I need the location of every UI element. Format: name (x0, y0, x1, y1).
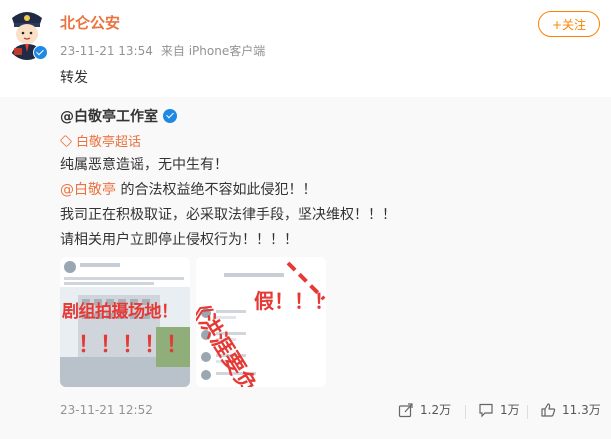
image1-exclaims: ！！！！！ (78, 333, 189, 358)
mention-link[interactable]: @白敬亭 (60, 182, 116, 198)
post-footer: 23-11-21 12:52 1.2万 1万 11.3万 (0, 395, 611, 427)
original-text-line-1: 纯属恶意造谣，无中生有！ (60, 157, 228, 173)
repost-card[interactable]: @白敬亭工作室 白敬亭超话 纯属恶意造谣，无中生有！ @白敬亭 的合法权益绝不容… (0, 97, 611, 439)
post-image-2[interactable]: 《洪涯要负 假！！！ (196, 257, 326, 387)
original-text-line-3: 我司正在积极取证，必采取法律手段，坚决维权！！！ (60, 207, 396, 223)
original-text-line-2: @白敬亭 的合法权益绝不容如此侵犯！！ (60, 179, 316, 199)
forward-button[interactable]: 1.2万 (398, 401, 451, 418)
author-name[interactable]: 北仑公安 (60, 12, 120, 33)
post-meta: 23-11-21 13:54 来自 iPhone客户端 (60, 42, 265, 59)
follow-label: +关注 (551, 17, 587, 32)
original-author-name[interactable]: @白敬亭工作室 (60, 106, 158, 126)
comment-button[interactable]: 1万 (478, 401, 520, 418)
action-divider (527, 405, 528, 419)
like-count: 11.3万 (562, 403, 601, 417)
image2-fake-text: 假！！！ (254, 289, 326, 313)
original-text-line-4: 请相关用户立即停止侵权行为！！！！ (60, 232, 298, 248)
action-divider (465, 405, 466, 419)
supertopic-link[interactable]: 白敬亭超话 (59, 131, 142, 150)
like-button[interactable]: 11.3万 (540, 401, 601, 418)
post-text: 转发 (60, 70, 88, 86)
follow-button[interactable]: +关注 (538, 11, 600, 37)
forward-icon (398, 402, 413, 417)
forward-count: 1.2万 (420, 403, 452, 417)
like-icon (541, 402, 556, 417)
supertopic-label: 白敬亭超话 (76, 135, 142, 150)
comment-count: 1万 (500, 403, 520, 417)
line2-rest: 的合法权益绝不容如此侵犯！！ (116, 182, 317, 198)
post-source: 来自 iPhone客户端 (160, 44, 266, 58)
supertopic-icon (59, 134, 73, 147)
post-image-1[interactable]: 剧组拍摄场地！ ！！！！！ (60, 257, 190, 387)
verified-icon (163, 109, 177, 123)
verified-badge-icon (33, 45, 48, 60)
post-time[interactable]: 23-11-21 13:54 (60, 44, 153, 58)
comment-icon (479, 403, 493, 417)
image1-overlay-text: 剧组拍摄场地！ (62, 302, 178, 322)
original-post-time[interactable]: 23-11-21 12:52 (60, 403, 153, 417)
original-author[interactable]: @白敬亭工作室 (60, 106, 177, 126)
